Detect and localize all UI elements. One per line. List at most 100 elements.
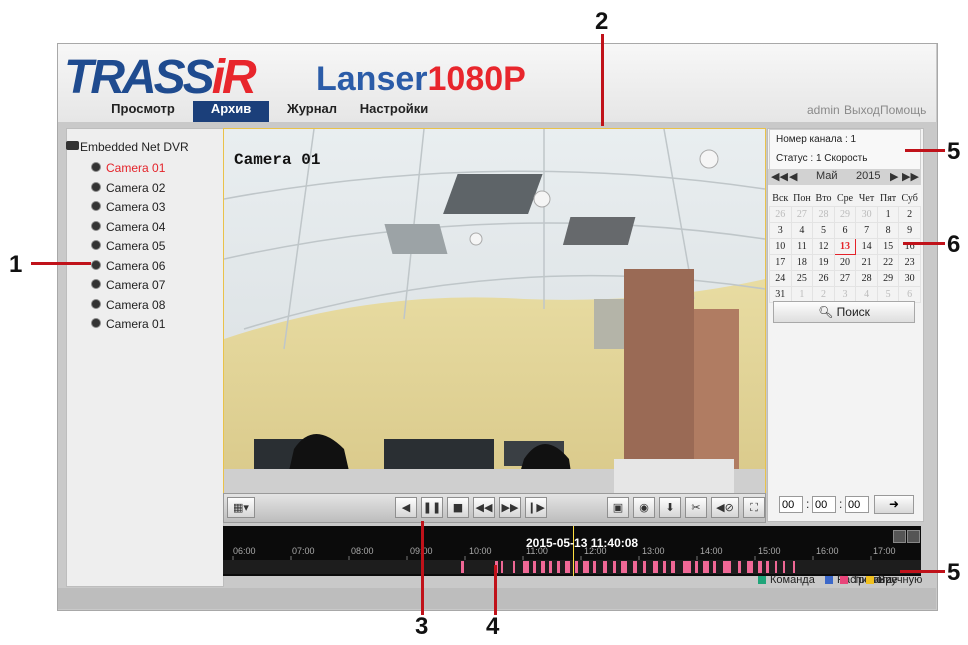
camera-icon: [91, 318, 101, 328]
tab-archive[interactable]: Архив: [193, 101, 269, 122]
calendar-day[interactable]: 22: [876, 254, 900, 271]
tree-camera-item[interactable]: Camera 02: [106, 181, 165, 195]
tree-camera-item[interactable]: Camera 01: [106, 161, 165, 175]
calendar-day[interactable]: 9: [898, 222, 921, 239]
calendar-day[interactable]: 28: [855, 270, 878, 287]
calendar-day[interactable]: 29: [876, 270, 900, 287]
calendar-day[interactable]: 10: [769, 238, 792, 255]
calendar-day[interactable]: 1: [876, 206, 900, 223]
calendar-day[interactable]: 11: [790, 238, 814, 255]
tree-root-dvr[interactable]: Embedded Net DVR: [80, 140, 189, 154]
callout-line: [905, 149, 945, 152]
calendar-day[interactable]: 18: [790, 254, 814, 271]
calendar-day[interactable]: 16: [898, 238, 921, 255]
timeline-event-bar: [593, 561, 596, 573]
prev-year-icon[interactable]: ◀◀: [771, 170, 788, 183]
logout-link[interactable]: Выход: [844, 103, 880, 117]
calendar-day[interactable]: 25: [790, 270, 814, 287]
calendar-day[interactable]: 7: [855, 222, 878, 239]
tree-camera-item[interactable]: Camera 07: [106, 278, 165, 292]
camera-icon: [91, 221, 101, 231]
cut-icon[interactable]: ✂: [685, 497, 707, 518]
prev-month-icon[interactable]: ◀: [789, 170, 797, 183]
calendar-day[interactable]: 29: [833, 206, 857, 223]
tree-camera-item[interactable]: Camera 01: [106, 317, 165, 331]
calendar-day[interactable]: 24: [769, 270, 792, 287]
step-back-icon[interactable]: ◀: [395, 497, 417, 518]
timeline-hour-label: 12:00: [584, 546, 607, 556]
tree-camera-item[interactable]: Camera 03: [106, 200, 165, 214]
calendar-day[interactable]: 14: [855, 238, 878, 255]
fast-forward-icon[interactable]: ▶▶: [499, 497, 521, 518]
help-link[interactable]: Помощь: [880, 103, 926, 117]
frame-forward-icon[interactable]: ❙▶: [525, 497, 547, 518]
timeline-event-bar: [621, 561, 627, 573]
calendar-day[interactable]: 20: [833, 254, 857, 271]
calendar-day[interactable]: 8: [876, 222, 900, 239]
layout-icon[interactable]: ▦▾: [227, 497, 255, 518]
calendar-day[interactable]: 27: [833, 270, 857, 287]
dvr-icon: [66, 141, 79, 150]
tab-log[interactable]: Журнал: [281, 101, 343, 122]
clip-icon[interactable]: ▣: [607, 497, 629, 518]
jump-minute-input[interactable]: [812, 496, 836, 513]
calendar-day[interactable]: 23: [898, 254, 921, 271]
callout-number: 6: [947, 231, 961, 258]
timeline-zoom-in-icon[interactable]: [907, 530, 920, 543]
calendar-day[interactable]: 2: [898, 206, 921, 223]
legend-manual: Вручную: [866, 574, 922, 586]
timeline-cursor[interactable]: [573, 526, 574, 576]
video-player[interactable]: [223, 128, 766, 494]
search-button[interactable]: 🔍︎ Поиск: [773, 301, 915, 323]
download-icon[interactable]: ⬇: [659, 497, 681, 518]
calendar-day[interactable]: 30: [855, 206, 878, 223]
timeline-event-bar: [501, 561, 503, 573]
volume-mute-icon[interactable]: ◀⊘: [711, 497, 739, 518]
tree-camera-item[interactable]: Camera 08: [106, 298, 165, 312]
calendar-day[interactable]: 26: [812, 270, 835, 287]
timeline-event-bar: [653, 561, 658, 573]
calendar-day[interactable]: 13: [833, 238, 857, 255]
weekday-label: Вто: [815, 192, 832, 204]
calendar-day[interactable]: 27: [790, 206, 814, 223]
calendar-day[interactable]: 15: [876, 238, 900, 255]
timeline-event-bar: [775, 561, 777, 573]
timeline-zoom-out-icon[interactable]: [893, 530, 906, 543]
stop-icon[interactable]: ■: [447, 497, 469, 518]
next-year-icon[interactable]: ▶▶: [902, 170, 919, 183]
calendar-day[interactable]: 26: [769, 206, 792, 223]
tree-camera-item[interactable]: Camera 04: [106, 220, 165, 234]
tree-camera-item[interactable]: Camera 06: [106, 259, 165, 273]
calendar-day[interactable]: 19: [812, 254, 835, 271]
next-month-icon[interactable]: ▶: [890, 170, 898, 183]
calendar-day[interactable]: 6: [833, 222, 857, 239]
calendar-day[interactable]: 12: [812, 238, 835, 255]
callout-number: 3: [415, 613, 429, 640]
snapshot-icon[interactable]: ◉: [633, 497, 655, 518]
timeline-hour-label: 06:00: [233, 546, 256, 556]
tree-camera-item[interactable]: Camera 05: [106, 239, 165, 253]
weekday-label: Суб: [901, 192, 918, 204]
rewind-icon[interactable]: ◀◀: [473, 497, 495, 518]
calendar-day[interactable]: 28: [812, 206, 835, 223]
go-arrow-icon[interactable]: ➜: [874, 495, 914, 514]
tab-settings[interactable]: Настройки: [358, 101, 430, 122]
fullscreen-icon[interactable]: ⛶: [743, 497, 765, 518]
calendar-day[interactable]: 3: [769, 222, 792, 239]
calendar-day[interactable]: 17: [769, 254, 792, 271]
calendar-day[interactable]: 4: [790, 222, 814, 239]
timeline-event-bar: [671, 561, 675, 573]
calendar-day[interactable]: 5: [812, 222, 835, 239]
trassir-logo: TRASSiR: [64, 51, 257, 104]
calendar-year: 2015: [856, 170, 881, 182]
jump-hour-input[interactable]: [779, 496, 803, 513]
legend-swatch: [866, 576, 874, 585]
jump-second-input[interactable]: [845, 496, 869, 513]
calendar-day[interactable]: 21: [855, 254, 878, 271]
tab-live-view[interactable]: Просмотр: [104, 101, 182, 122]
timeline-hour-label: 16:00: [816, 546, 839, 556]
pause-icon[interactable]: ❚❚: [421, 497, 443, 518]
timeline-event-bar: [523, 561, 529, 573]
callout-line: [31, 262, 91, 265]
calendar-day[interactable]: 30: [898, 270, 921, 287]
